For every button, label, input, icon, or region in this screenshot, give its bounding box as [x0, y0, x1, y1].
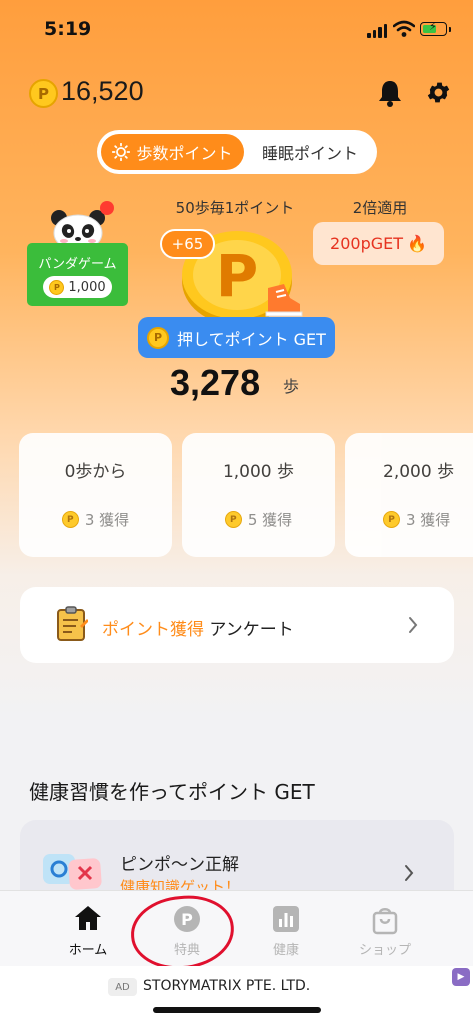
notification-dot — [100, 201, 114, 215]
milestone-card[interactable]: 2,000 歩 P 3 獲得 — [345, 433, 473, 557]
survey-text: ポイント獲得 アンケート — [102, 615, 294, 640]
tab-step-points[interactable]: 歩数ポイント — [101, 134, 244, 170]
tab-shop-label: ショップ — [358, 943, 411, 958]
ad-tag: AD — [108, 978, 137, 996]
bottom-tab-bar: ホーム P 特典 健康 ショップ — [0, 890, 473, 966]
ad-text: STORYMATRIX PTE. LTD. — [143, 978, 311, 994]
panda-game-card[interactable]: パンダゲーム P 1,000 — [27, 243, 128, 306]
coin-icon: P — [383, 511, 400, 528]
quiz-title: ピンポ〜ン正解 — [120, 855, 239, 875]
chart-icon — [273, 906, 299, 932]
tab-shop[interactable]: ショップ — [335, 891, 435, 967]
bonus-label: 200pGET — [330, 234, 404, 253]
milestone-label: 2,000 歩 — [383, 462, 455, 482]
survey-banner[interactable]: ポイント獲得 アンケート — [20, 587, 454, 663]
shoe-icon — [265, 284, 303, 317]
home-indicator — [153, 1007, 321, 1013]
get-points-button[interactable]: P 押してポイント GET — [138, 317, 335, 358]
step-rate-label: 50歩毎1ポイント — [175, 199, 295, 217]
tab-sleep-points-label: 睡眠ポイント — [261, 144, 358, 163]
survey-label: アンケート — [209, 620, 294, 640]
fire-icon: 🔥 — [407, 234, 427, 253]
tab-health[interactable]: 健康 — [236, 891, 336, 967]
status-bar: 5:19 ⚡ — [0, 0, 473, 60]
tab-step-points-label: 歩数ポイント — [136, 144, 233, 163]
status-time: 5:19 — [44, 18, 92, 40]
home-icon — [75, 906, 101, 930]
tab-sleep-points[interactable]: 睡眠ポイント — [247, 134, 373, 170]
tab-health-label: 健康 — [272, 943, 299, 958]
milestone-reward: P 5 獲得 — [182, 509, 335, 530]
tab-home-label: ホーム — [68, 943, 108, 958]
svg-text:P: P — [216, 242, 259, 310]
milestone-reward: P 3 獲得 — [19, 509, 172, 530]
points-coin-icon: P — [29, 79, 58, 108]
step-gain-badge: +65 — [160, 229, 215, 259]
milestone-reward-value: 3 獲得 — [406, 511, 451, 529]
sun-icon — [112, 143, 131, 161]
points-balance: 16,520 — [61, 76, 144, 106]
clipboard-icon — [57, 606, 88, 641]
battery-icon: ⚡ — [420, 20, 451, 36]
double-applied-label: 2倍適用 — [352, 199, 408, 217]
bonus-200p-button[interactable]: 200pGET 🔥 — [313, 222, 444, 265]
quiz-ox-icon — [43, 854, 102, 890]
milestone-reward-value: 3 獲得 — [84, 511, 130, 529]
step-unit: 歩 — [283, 377, 300, 396]
coin-icon: P — [49, 279, 65, 295]
shopping-bag-icon — [372, 908, 398, 935]
gear-icon[interactable] — [425, 79, 452, 106]
mode-segmented-control: 歩数ポイント 睡眠ポイント — [97, 130, 377, 174]
milestone-reward-value: 5 獲得 — [247, 511, 293, 529]
get-points-label: 押してポイント GET — [177, 329, 326, 349]
coin-icon: P — [61, 511, 79, 528]
chevron-right-icon — [409, 617, 418, 633]
milestone-card[interactable]: 0歩から P 3 獲得 — [19, 433, 172, 557]
ad-choices-icon[interactable]: ▶ — [452, 968, 470, 986]
chevron-right-icon — [405, 865, 414, 881]
wifi-icon — [393, 20, 415, 37]
milestone-label: 1,000 歩 — [222, 462, 295, 482]
bell-icon[interactable] — [376, 78, 404, 108]
panda-game-title: パンダゲーム — [38, 257, 117, 272]
coin-icon: P — [224, 511, 242, 528]
tab-home[interactable]: ホーム — [38, 891, 138, 967]
section-title: 健康習慣を作ってポイント GET — [29, 780, 315, 804]
survey-highlight: ポイント獲得 — [102, 620, 204, 640]
panda-game-reward: P 1,000 — [43, 276, 112, 298]
cellular-signal-icon — [367, 24, 387, 38]
ad-banner[interactable]: AD STORYMATRIX PTE. LTD. — [0, 966, 473, 1024]
step-count: 3,278 — [170, 362, 261, 403]
panda-game-reward-value: 1,000 — [68, 279, 106, 295]
milestone-reward: P 3 獲得 — [345, 509, 473, 530]
milestone-label: 0歩から — [64, 462, 127, 482]
milestone-card[interactable]: 1,000 歩 P 5 獲得 — [182, 433, 335, 557]
coin-icon: P — [147, 326, 170, 349]
